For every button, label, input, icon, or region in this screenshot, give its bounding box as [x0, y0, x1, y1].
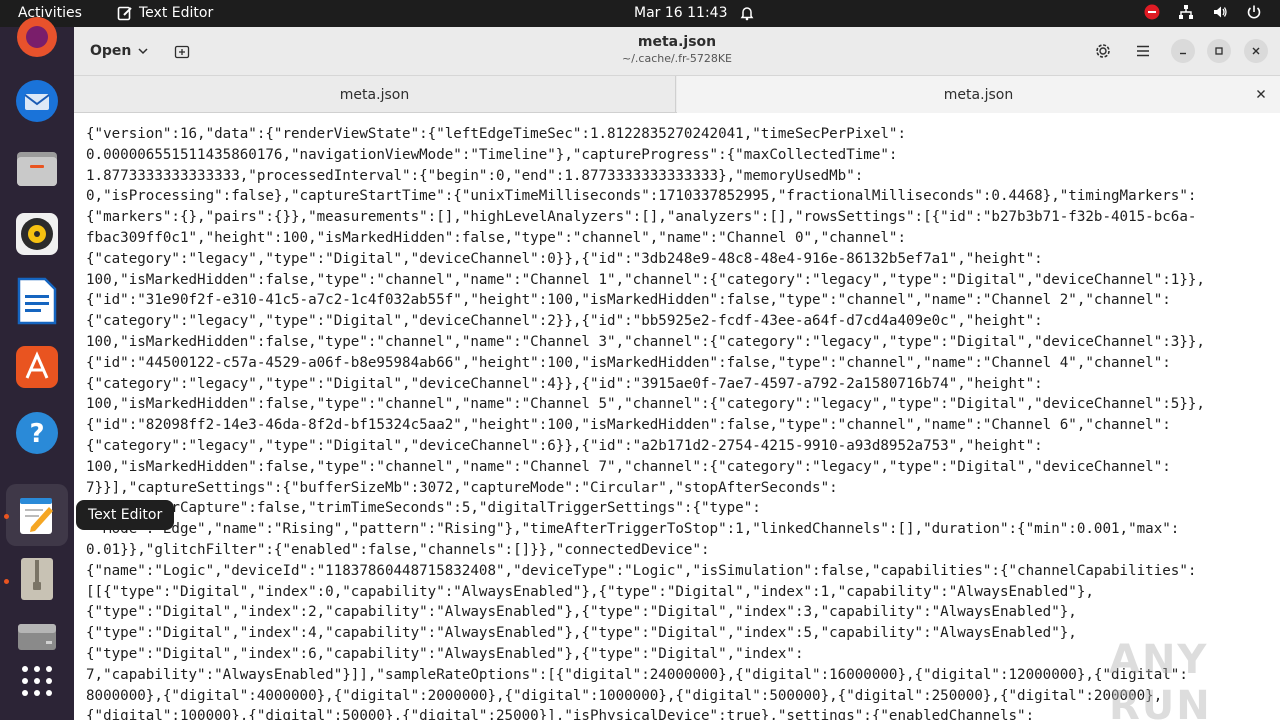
svg-text:?: ?	[29, 419, 44, 449]
dock-rhythmbox[interactable]	[13, 210, 61, 258]
document-path: ~/.cache/.fr-5728KE	[621, 52, 733, 65]
text-line: [[{"type":"Digital","index":0,"capabilit…	[86, 583, 1094, 600]
thunderbird-icon	[16, 80, 58, 122]
maximize-icon	[1215, 47, 1223, 55]
document-title: meta.json	[637, 34, 717, 50]
dock-thunderbird[interactable]	[13, 77, 61, 125]
text-line: {"name":"Logic","deviceId":"118378604487…	[86, 562, 1197, 579]
dock-firefox[interactable]	[13, 13, 61, 61]
text-line: 7,"capability":"AlwaysEnabled"}]],"sampl…	[86, 666, 1188, 683]
app-center-icon	[16, 346, 58, 388]
system-tray[interactable]	[1144, 4, 1262, 20]
app-grid-icon	[22, 666, 52, 696]
recording-stop-icon	[1144, 4, 1160, 20]
app-name: Text Editor	[139, 5, 214, 21]
dock-tooltip: Text Editor	[76, 500, 175, 530]
rhythmbox-icon	[16, 213, 58, 255]
power-icon	[1247, 5, 1261, 19]
window-title: meta.json ~/.cache/.fr-5728KE	[574, 34, 780, 66]
text-line: {"id":"31e90f2f-e310-41c5-a7c2-1c4f032ab…	[86, 292, 1171, 309]
open-button[interactable]: Open	[82, 36, 157, 66]
hamburger-menu-icon	[1137, 45, 1149, 57]
files-icon	[17, 152, 57, 186]
tab-bar: meta.json meta.json	[74, 75, 1280, 113]
text-line: 0.01}},"glitchFilter":{"enabled":false,"…	[86, 541, 710, 558]
disk-icon	[18, 624, 56, 650]
running-indicator	[4, 514, 9, 519]
dock: ?	[0, 17, 74, 720]
minimize-icon	[1180, 52, 1186, 55]
text-editor-window: Open meta.json ~/.cache/.fr-5728KE meta.…	[74, 27, 1280, 720]
tab-meta-json-2[interactable]: meta.json	[677, 76, 1280, 113]
text-line: fbac309ff0c1","height":100,"isMarkedHidd…	[86, 229, 906, 246]
top-bar: Activities Text Editor Mar 16 11:43	[0, 0, 1280, 27]
main-menu-button[interactable]	[1130, 38, 1156, 64]
text-editor-content[interactable]: {"version":16,"data":{"renderViewState":…	[74, 113, 1280, 720]
text-line: {"category":"legacy","type":"Digital","d…	[86, 437, 1043, 454]
show-apps-button[interactable]	[13, 657, 61, 705]
text-line: {"type":"Digital","index":2,"capability"…	[86, 604, 1077, 621]
text-editor-icon	[117, 6, 132, 21]
text-line: {"id":"82098ff2-14e3-46da-8f2d-bf15324c5…	[86, 417, 1171, 434]
close-button[interactable]	[1244, 39, 1268, 63]
text-line: {"type":"Digital","index":4,"capability"…	[86, 625, 1077, 642]
chevron-down-icon	[138, 48, 148, 55]
new-tab-button[interactable]	[170, 39, 194, 63]
text-line: {"id":"44500122-c57a-4529-a06f-b8e95984a…	[86, 354, 1171, 371]
text-line: {"category":"legacy","type":"Digital","d…	[86, 313, 1043, 330]
dock-writer[interactable]	[13, 277, 61, 325]
text-line: 100,"isMarkedHidden":false,"type":"chann…	[86, 396, 1205, 413]
help-icon: ?	[16, 412, 58, 454]
archive-icon	[21, 558, 53, 600]
text-line: 8000000},{"digital":4000000},{"digital":…	[86, 687, 1163, 704]
dock-archive-manager[interactable]	[13, 555, 61, 603]
close-icon	[1257, 90, 1265, 98]
dock-disk[interactable]	[13, 613, 61, 661]
header-bar: Open meta.json ~/.cache/.fr-5728KE	[74, 27, 1280, 75]
new-tab-icon	[174, 45, 190, 59]
text-line: {"category":"legacy","type":"Digital","d…	[86, 250, 1043, 267]
text-line: {"type":"Digital","index":6,"capability"…	[86, 645, 804, 662]
watermark: ANY RUN	[1109, 637, 1212, 720]
firefox-icon	[17, 17, 57, 57]
app-menu[interactable]: Text Editor	[117, 5, 213, 21]
text-editor-icon	[20, 498, 53, 534]
dock-app-center[interactable]	[13, 343, 61, 391]
text-line: 7}}],"captureSettings":{"bufferSizeMb":3…	[86, 479, 838, 496]
text-line: 0.000006551511435860176,"navigationViewM…	[86, 146, 898, 163]
maximize-button[interactable]	[1207, 39, 1231, 63]
text-line: 100,"isMarkedHidden":false,"type":"chann…	[86, 333, 1205, 350]
gear-icon	[1096, 44, 1110, 58]
document-properties-button[interactable]	[1090, 38, 1116, 64]
text-line: {"version":16,"data":{"renderViewState":…	[86, 126, 906, 142]
dock-text-editor[interactable]	[6, 484, 68, 546]
text-line: {"category":"legacy","type":"Digital","d…	[86, 375, 1043, 392]
text-line: 0,"isProcessing":false},"captureStartTim…	[86, 188, 1197, 205]
network-icon	[1179, 5, 1193, 19]
clock[interactable]: Mar 16 11:43	[634, 5, 727, 21]
tab-close-button[interactable]	[1252, 85, 1270, 103]
text-line: 100,"isMarkedHidden":false,"type":"chann…	[86, 458, 1171, 475]
dock-files[interactable]	[13, 144, 61, 192]
text-line: 1.8773333333333333,"processedInterval":{…	[86, 167, 864, 184]
minimize-button[interactable]	[1171, 39, 1195, 63]
document-writer-icon	[17, 277, 57, 325]
text-line: {"digital":100000},{"digital":50000},{"d…	[86, 708, 1035, 720]
notification-bell-icon	[739, 5, 755, 25]
close-icon	[1252, 47, 1260, 55]
dock-help[interactable]: ?	[13, 409, 61, 457]
text-line: {"markers":{},"pairs":{}},"measurements"…	[86, 209, 1197, 226]
tab-label: meta.json	[943, 86, 1014, 103]
text-line: fterCapture":false,"trimTimeSeconds":5,"…	[86, 500, 761, 517]
text-line: Mode :"Edge","name":"Rising","pattern":"…	[86, 521, 1180, 538]
tab-label: meta.json	[339, 86, 410, 103]
running-indicator	[4, 579, 9, 584]
tab-meta-json-1[interactable]: meta.json	[74, 76, 676, 113]
text-line: 100,"isMarkedHidden":false,"type":"chann…	[86, 271, 1205, 288]
volume-icon	[1214, 6, 1227, 18]
open-label: Open	[90, 43, 132, 59]
